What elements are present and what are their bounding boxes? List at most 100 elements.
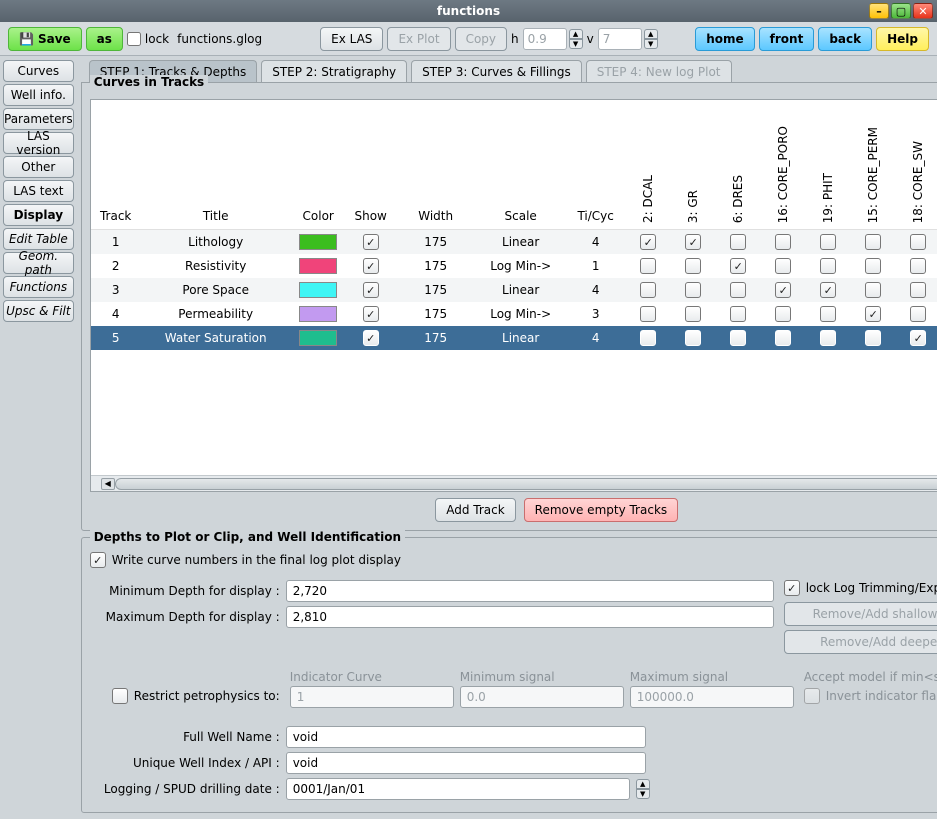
cell-curve-checkbox[interactable] [716,282,761,298]
help-button[interactable]: Help [876,27,929,51]
cell-curve-checkbox[interactable] [806,234,851,250]
cell-show[interactable]: ✓ [346,258,396,274]
maximize-button[interactable]: ▢ [891,3,911,19]
uwi-input[interactable] [286,752,646,774]
cell-show[interactable]: ✓ [346,282,396,298]
cell-curve-checkbox[interactable]: ✓ [761,282,806,298]
cell-curve-checkbox[interactable]: ✓ [626,234,671,250]
home-button[interactable]: home [695,27,754,51]
cell-color[interactable] [291,282,346,298]
cell-curve-checkbox[interactable] [626,258,671,274]
remove-empty-tracks-button[interactable]: Remove empty Tracks [524,498,678,522]
cell-curve-checkbox[interactable] [671,258,716,274]
cell-curve-checkbox[interactable]: ✓ [716,258,761,274]
cell-show[interactable]: ✓ [346,234,396,250]
cell-curve-checkbox[interactable] [716,234,761,250]
cell-curve-checkbox[interactable] [626,306,671,322]
minimize-button[interactable]: – [869,3,889,19]
sidebar-item-geom-path[interactable]: Geom. path [3,252,74,274]
spud-up-button[interactable]: ▲ [636,779,650,789]
sidebar-item-well-info-[interactable]: Well info. [3,84,74,106]
cell-curve-checkbox[interactable] [671,330,716,346]
cell-curve-checkbox[interactable] [761,330,806,346]
cell-curve-checkbox[interactable] [716,306,761,322]
uwi-label: Unique Well Index / API : [90,756,280,770]
cell-color[interactable] [291,330,346,346]
cell-curve-checkbox[interactable] [851,282,896,298]
cell-curve-checkbox[interactable] [896,234,937,250]
invert-label: Invert indicator flag [826,689,937,703]
sidebar-item-curves[interactable]: Curves [3,60,74,82]
back-button[interactable]: back [818,27,872,51]
add-track-button[interactable]: Add Track [435,498,515,522]
cell-curve-checkbox[interactable]: ✓ [896,330,937,346]
table-row[interactable]: 5Water Saturation✓175Linear4✓ [91,326,937,350]
v-down-button[interactable]: ▼ [644,39,658,49]
table-row[interactable]: 3Pore Space✓175Linear4✓✓ [91,278,937,302]
close-button[interactable]: ✕ [913,3,933,19]
max-depth-input[interactable] [286,606,774,628]
scroll-thumb[interactable] [115,478,937,490]
sidebar-item-edit-table[interactable]: Edit Table [3,228,74,250]
table-row[interactable]: 4Permeability✓175Log Min->3✓ [91,302,937,326]
tab-step-2-stratigraphy[interactable]: STEP 2: Stratigraphy [261,60,407,82]
cell-curve-checkbox[interactable] [671,306,716,322]
cell-curve-checkbox[interactable] [716,330,761,346]
cell-curve-checkbox[interactable] [806,330,851,346]
sidebar-item-upsc-filt[interactable]: Upsc & Filt [3,300,74,322]
cell-curve-checkbox[interactable]: ✓ [851,306,896,322]
h-down-button[interactable]: ▼ [569,39,583,49]
sidebar-item-las-text[interactable]: LAS text [3,180,74,202]
cell-curve-checkbox[interactable] [851,258,896,274]
cell-curve-checkbox[interactable] [761,258,806,274]
restrict-checkbox[interactable] [112,688,128,704]
save-button[interactable]: 💾Save [8,27,82,51]
cell-color[interactable] [291,258,346,274]
cell-show[interactable]: ✓ [346,330,396,346]
cell-curve-checkbox[interactable] [806,306,851,322]
h-spinner[interactable] [523,28,567,50]
v-up-button[interactable]: ▲ [644,29,658,39]
cell-track: 2 [91,259,141,273]
lock-trim-checkbox[interactable]: ✓ [784,580,800,596]
min-depth-input[interactable] [286,580,774,602]
save-as-button[interactable]: as [86,27,123,51]
cell-track: 3 [91,283,141,297]
sidebar-item-las-version[interactable]: LAS version [3,132,74,154]
scroll-left-icon[interactable]: ◀ [101,478,115,490]
v-spinner[interactable] [598,28,642,50]
sidebar-item-display[interactable]: Display [3,204,74,226]
table-row[interactable]: 1Lithology✓175Linear4✓✓ [91,230,937,254]
tab-step-3-curves-fillings[interactable]: STEP 3: Curves & Fillings [411,60,582,82]
sidebar-item-other[interactable]: Other [3,156,74,178]
cell-curve-checkbox[interactable] [896,258,937,274]
sidebar-item-functions[interactable]: Functions [3,276,74,298]
cell-curve-checkbox[interactable] [626,330,671,346]
lock-checkbox[interactable] [127,32,141,46]
spud-down-button[interactable]: ▼ [636,789,650,799]
cell-curve-checkbox[interactable] [851,330,896,346]
cell-curve-checkbox[interactable] [806,258,851,274]
full-well-input[interactable] [286,726,646,748]
cell-curve-checkbox[interactable] [761,234,806,250]
cell-color[interactable] [291,306,346,322]
write-numbers-checkbox[interactable]: ✓ [90,552,106,568]
cell-curve-checkbox[interactable] [671,282,716,298]
h-up-button[interactable]: ▲ [569,29,583,39]
cell-curve-checkbox[interactable]: ✓ [806,282,851,298]
cell-curve-checkbox[interactable] [761,306,806,322]
spud-input[interactable] [286,778,630,800]
cell-curve-checkbox[interactable] [896,306,937,322]
cell-curve-checkbox[interactable]: ✓ [671,234,716,250]
cell-curve-checkbox[interactable] [851,234,896,250]
cell-curve-checkbox[interactable] [626,282,671,298]
cell-curve-checkbox[interactable] [896,282,937,298]
cell-color[interactable] [291,234,346,250]
ex-las-button[interactable]: Ex LAS [320,27,383,51]
table-row[interactable]: 2Resistivity✓175Log Min->1✓ [91,254,937,278]
sidebar-item-parameters[interactable]: Parameters [3,108,74,130]
h-scrollbar[interactable]: ◀ ▶ [91,475,937,491]
front-button[interactable]: front [759,27,815,51]
cell-show[interactable]: ✓ [346,306,396,322]
cell-width: 175 [396,235,476,249]
